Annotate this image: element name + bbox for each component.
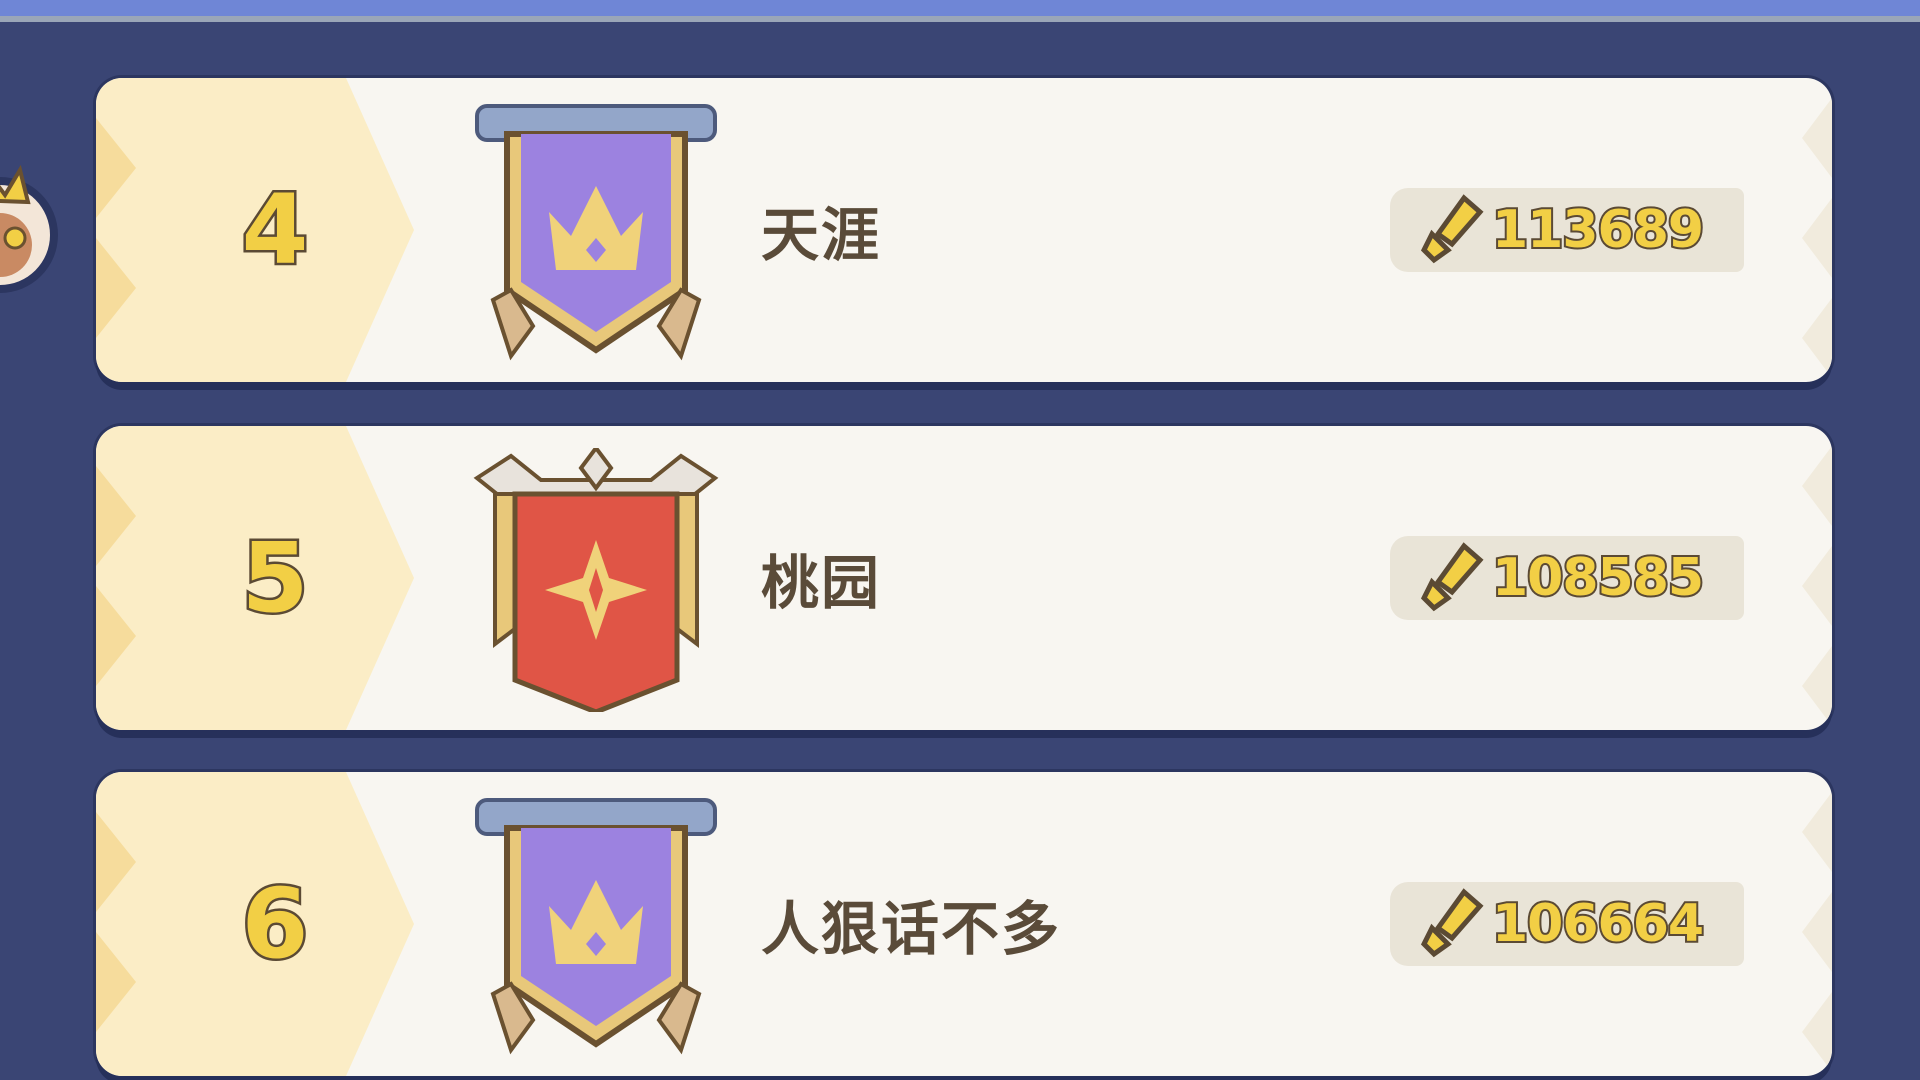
row-right-decoration [1802, 98, 1832, 378]
sword-power-icon [1420, 194, 1484, 264]
power-badge: 108585 [1390, 536, 1744, 620]
rank-number: 6 [239, 866, 311, 983]
row-right-decoration [1802, 446, 1832, 726]
power-value: 106664 [1490, 892, 1706, 956]
power-value: 113689 [1490, 198, 1706, 262]
top-header-bar [0, 0, 1920, 22]
rank-number: 5 [239, 520, 311, 637]
row-right-decoration [1802, 792, 1832, 1072]
ranking-row[interactable]: 4 天涯 113689 [96, 78, 1832, 382]
ranking-row[interactable]: 6 人狠话不多 106664 [96, 772, 1832, 1076]
guild-name: 人狠话不多 [761, 895, 1062, 963]
red-star-banner-icon [473, 448, 719, 712]
power-badge: 106664 [1390, 882, 1744, 966]
purple-crown-banner-icon [475, 104, 717, 361]
sword-power-icon [1420, 888, 1484, 958]
power-value: 108585 [1490, 546, 1706, 610]
purple-crown-banner-icon [475, 798, 717, 1055]
player-avatar-icon[interactable] [0, 140, 60, 330]
rank-number: 4 [239, 172, 311, 289]
power-badge: 113689 [1390, 188, 1744, 272]
guild-name: 天涯 [761, 201, 882, 269]
sword-power-icon [1420, 542, 1484, 612]
ranking-row[interactable]: 5 桃园 108585 [96, 426, 1832, 730]
guild-name: 桃园 [761, 549, 882, 617]
